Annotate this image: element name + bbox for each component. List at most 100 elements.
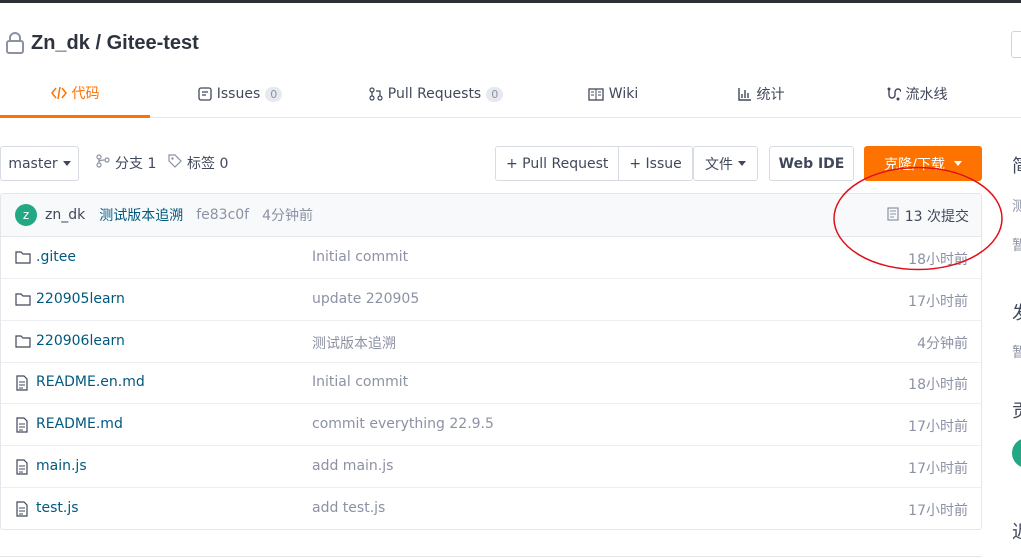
- sidebar-fragment-5: 贡: [1012, 397, 1021, 423]
- folder-icon: [15, 292, 31, 308]
- sidebar-fragment-2: 暂: [1012, 238, 1021, 254]
- file-commit-time: 17小时前: [908, 502, 968, 519]
- tab-issues-label: Issues: [216, 86, 261, 102]
- file-commit-message[interactable]: add main.js: [312, 458, 393, 474]
- clone-download-label: 克隆/下载: [884, 156, 945, 173]
- divider: [0, 556, 982, 557]
- tab-pipeline[interactable]: 流水线: [842, 70, 992, 118]
- tab-wiki[interactable]: Wiki: [538, 70, 688, 118]
- file-name-link[interactable]: README.md: [36, 416, 123, 432]
- file-menu-button[interactable]: 文件: [693, 146, 758, 181]
- file-row[interactable]: README.md commit everything 22.9.5 17小时前: [1, 404, 981, 447]
- file-menu-label: 文件: [705, 156, 733, 173]
- folder-icon: [15, 334, 31, 350]
- tab-stats-label: 统计: [756, 87, 785, 103]
- file-row[interactable]: main.js add main.js 17小时前: [1, 446, 981, 488]
- branch-select[interactable]: master: [0, 146, 79, 181]
- file-commit-message[interactable]: commit everything 22.9.5: [312, 416, 494, 432]
- commit-author[interactable]: zn_dk: [45, 207, 85, 223]
- file-commit-message[interactable]: 测试版本追溯: [312, 333, 396, 353]
- file-commit-message[interactable]: update 220905: [312, 291, 419, 307]
- issues-icon: [198, 87, 212, 101]
- tags-link[interactable]: 标签 0: [168, 152, 228, 174]
- file-commit-time: 17小时前: [908, 293, 968, 310]
- repo-name-link[interactable]: Gitee-test: [107, 32, 199, 54]
- file-name-link[interactable]: README.en.md: [36, 374, 145, 390]
- new-issue-button[interactable]: + Issue: [618, 147, 692, 180]
- file-name-link[interactable]: 220905learn: [36, 291, 125, 307]
- commit-count-label: 13 次提交: [904, 208, 969, 225]
- code-icon: [50, 86, 67, 100]
- tags-label: 标签 0: [187, 156, 229, 172]
- tag-icon: [168, 154, 182, 172]
- repo-path[interactable]: Zn_dk / Gitee-test: [31, 32, 199, 55]
- sidebar-fragment-1: 测: [1012, 199, 1021, 215]
- branches-link[interactable]: 分支 1: [96, 152, 156, 174]
- chevron-down-icon: [62, 161, 71, 166]
- file-commit-message[interactable]: Initial commit: [312, 249, 408, 265]
- tab-code-label: 代码: [71, 85, 100, 102]
- new-pull-request-button[interactable]: + Pull Request: [496, 147, 619, 180]
- sidebar-fragment-0: 简: [1012, 152, 1021, 178]
- repo-owner-link[interactable]: Zn_dk: [31, 32, 90, 54]
- pull-request-icon: [369, 87, 383, 101]
- latest-commit-bar: z zn_dk 测试版本追溯 fe83c0f 4分钟前 13 次提交: [1, 194, 981, 237]
- tab-issues[interactable]: Issues 0: [165, 70, 315, 118]
- tab-stats[interactable]: 统计: [686, 70, 836, 118]
- commit-time: 4分钟前: [262, 208, 314, 224]
- repo-separator: /: [95, 31, 102, 54]
- commit-sha[interactable]: fe83c0f: [196, 207, 249, 223]
- chevron-down-icon: [953, 161, 962, 166]
- file-commit-time: 18小时前: [908, 377, 968, 394]
- sidebar-fragment-4: 暂: [1012, 345, 1021, 361]
- file-icon: [15, 501, 31, 517]
- sidebar-fragment-3: 发: [1012, 299, 1021, 325]
- issues-count-badge: 0: [265, 86, 283, 102]
- commit-count-link[interactable]: 13 次提交: [887, 194, 969, 237]
- new-item-button-group: + Pull Request + Issue: [495, 146, 693, 181]
- pull-requests-count-badge: 0: [486, 86, 504, 102]
- web-ide-label: Web IDE: [778, 155, 845, 172]
- watch-button[interactable]: [1011, 31, 1021, 58]
- file-name-link[interactable]: 220906learn: [36, 333, 125, 349]
- file-commit-message[interactable]: add test.js: [312, 500, 385, 516]
- tab-pull-requests[interactable]: Pull Requests 0: [361, 70, 511, 118]
- file-commit-time: 17小时前: [908, 461, 968, 477]
- branches-label: 分支 1: [115, 156, 157, 172]
- file-commit-time: 17小时前: [908, 419, 968, 436]
- file-row[interactable]: 220905learn update 220905 17小时前: [1, 279, 981, 321]
- contributor-avatar[interactable]: [1012, 438, 1021, 468]
- clone-download-button[interactable]: 克隆/下载: [864, 146, 982, 181]
- top-nav-bar: [0, 0, 1021, 3]
- file-icon: [15, 459, 31, 475]
- branch-select-value: master: [8, 155, 58, 172]
- file-icon: [15, 375, 31, 391]
- file-name-link[interactable]: test.js: [36, 500, 79, 516]
- tab-pipeline-label: 流水线: [905, 87, 948, 103]
- branch-icon: [96, 154, 110, 172]
- file-row[interactable]: .gitee Initial commit 18小时前: [1, 237, 981, 279]
- file-row[interactable]: README.en.md Initial commit 18小时前: [1, 362, 981, 405]
- chevron-down-icon: [738, 161, 746, 166]
- wiki-book-icon: [588, 87, 604, 101]
- lock-icon: [2, 29, 28, 57]
- file-name-link[interactable]: main.js: [36, 458, 87, 474]
- sidebar-fragment-6: 近: [1012, 518, 1021, 544]
- file-commit-message[interactable]: Initial commit: [312, 374, 408, 390]
- commits-icon: [887, 206, 899, 225]
- web-ide-button[interactable]: Web IDE: [769, 146, 854, 181]
- commit-message[interactable]: 测试版本追溯: [99, 205, 183, 225]
- tab-code[interactable]: 代码: [0, 70, 150, 118]
- avatar[interactable]: z: [15, 204, 37, 226]
- file-commit-time: 4分钟前: [917, 335, 968, 352]
- file-commit-time: 18小时前: [908, 252, 968, 268]
- repo-tabs: 代码 Issues 0 Pull Requests 0 Wiki 统计 流水线: [0, 70, 1021, 118]
- tab-pull-requests-label: Pull Requests: [387, 86, 482, 102]
- file-row[interactable]: 220906learn 测试版本追溯 4分钟前: [1, 321, 981, 363]
- file-list-panel: z zn_dk 测试版本追溯 fe83c0f 4分钟前 13 次提交 .gite…: [0, 193, 982, 530]
- file-name-link[interactable]: .gitee: [36, 249, 76, 265]
- folder-icon: [15, 250, 31, 266]
- file-row[interactable]: test.js add test.js 17小时前: [1, 488, 981, 529]
- tab-wiki-label: Wiki: [608, 86, 639, 102]
- file-icon: [15, 417, 31, 433]
